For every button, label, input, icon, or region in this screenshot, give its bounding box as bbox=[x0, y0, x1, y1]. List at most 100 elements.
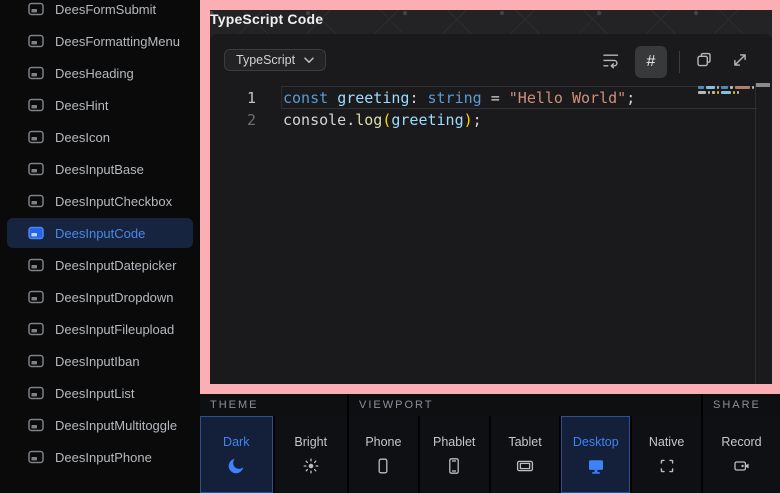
sidebar-item-label: DeesFormSubmit bbox=[55, 2, 156, 17]
word-wrap-button[interactable] bbox=[599, 50, 623, 74]
viewport-button-desktop[interactable]: Desktop bbox=[561, 416, 630, 493]
component-icon bbox=[28, 290, 44, 304]
sidebar-item-label: DeesInputDropdown bbox=[55, 290, 174, 305]
component-icon bbox=[28, 386, 44, 400]
sidebar-item-deesformsubmit[interactable]: DeesFormSubmit bbox=[7, 0, 193, 24]
minimap bbox=[698, 86, 754, 96]
sidebar-item-deesinputdropdown[interactable]: DeesInputDropdown bbox=[7, 282, 193, 312]
button-label: Desktop bbox=[573, 435, 619, 449]
tablet-icon bbox=[515, 456, 535, 476]
sidebar-item-label: DeesInputCode bbox=[55, 226, 145, 241]
sidebar-item-deesicon[interactable]: DeesIcon bbox=[7, 122, 193, 152]
language-dropdown[interactable]: TypeScript bbox=[224, 49, 326, 71]
demo-frame: TypeScript Code TypeScript # 1 const gree… bbox=[200, 0, 780, 394]
sidebar-item-deesformattingmenu[interactable]: DeesFormattingMenu bbox=[7, 26, 193, 56]
sidebar-item-label: DeesInputBase bbox=[55, 162, 144, 177]
sidebar-item-deesinputphone[interactable]: DeesInputPhone bbox=[7, 442, 193, 472]
button-label: Native bbox=[649, 435, 684, 449]
sidebar-item-label: DeesHeading bbox=[55, 66, 134, 81]
sun-icon bbox=[301, 456, 321, 476]
toolbar-divider bbox=[679, 51, 680, 73]
component-sidebar: DeesFormSubmit DeesFormattingMenu DeesHe… bbox=[0, 0, 200, 493]
editor-right-gutter-divider bbox=[755, 83, 756, 384]
language-dropdown-value: TypeScript bbox=[236, 53, 295, 67]
editor-toolbar: # bbox=[599, 46, 752, 78]
sidebar-item-label: DeesInputIban bbox=[55, 354, 140, 369]
expand-icon bbox=[730, 50, 750, 75]
component-icon bbox=[28, 258, 44, 272]
component-icon bbox=[28, 130, 44, 144]
sidebar-item-deesinputfileupload[interactable]: DeesInputFileupload bbox=[7, 314, 193, 344]
sidebar-item-deesinputmultitoggle[interactable]: DeesInputMultitoggle bbox=[7, 410, 193, 440]
toolbar-group-label: SHARE bbox=[703, 394, 780, 416]
component-icon bbox=[28, 162, 44, 176]
hash-button[interactable]: # bbox=[635, 46, 667, 78]
sidebar-item-deesinputdatepicker[interactable]: DeesInputDatepicker bbox=[7, 250, 193, 280]
viewport-button-tablet[interactable]: Tablet bbox=[491, 416, 560, 493]
sidebar-item-label: DeesInputFileupload bbox=[55, 322, 174, 337]
code-line[interactable]: 1 const greeting: string = "Hello World"; bbox=[210, 87, 772, 109]
button-label: Bright bbox=[294, 435, 327, 449]
code-panel: TypeScript # 1 const greeting: string = "… bbox=[210, 34, 772, 384]
component-icon bbox=[28, 354, 44, 368]
viewport-button-phone[interactable]: Phone bbox=[349, 416, 418, 493]
component-icon bbox=[28, 226, 44, 240]
sidebar-item-label: DeesInputCheckbox bbox=[55, 194, 172, 209]
sidebar-item-label: DeesInputPhone bbox=[55, 450, 152, 465]
code-text: const greeting: string = "Hello World"; bbox=[283, 87, 635, 109]
sidebar-item-deesheading[interactable]: DeesHeading bbox=[7, 58, 193, 88]
component-icon bbox=[28, 2, 44, 16]
viewport-button-phablet[interactable]: Phablet bbox=[420, 416, 489, 493]
chevron-down-icon bbox=[304, 53, 314, 67]
sidebar-item-deesinputcheckbox[interactable]: DeesInputCheckbox bbox=[7, 186, 193, 216]
moon-icon bbox=[226, 456, 246, 476]
sidebar-item-label: DeesInputMultitoggle bbox=[55, 418, 177, 433]
copy-icon bbox=[694, 50, 714, 75]
sidebar-item-deesinputcode[interactable]: DeesInputCode bbox=[7, 218, 193, 248]
toolbar-group-viewport: VIEWPORT Phone Phablet Tablet Desktop Nat… bbox=[349, 394, 701, 493]
component-icon bbox=[28, 98, 44, 112]
word-wrap-icon bbox=[601, 50, 621, 75]
scrollbar-thumb[interactable] bbox=[756, 83, 770, 87]
phablet-icon bbox=[444, 456, 464, 476]
demo-title: TypeScript Code bbox=[210, 11, 323, 27]
line-number: 2 bbox=[210, 109, 256, 131]
native-icon bbox=[657, 456, 677, 476]
record-icon bbox=[732, 456, 752, 476]
sidebar-item-label: DeesFormattingMenu bbox=[55, 34, 180, 49]
sidebar-item-label: DeesInputDatepicker bbox=[55, 258, 176, 273]
share-button-record[interactable]: Record bbox=[703, 416, 780, 493]
desktop-icon bbox=[586, 456, 606, 476]
phone-icon bbox=[373, 456, 393, 476]
button-label: Phone bbox=[365, 435, 401, 449]
sidebar-item-deesinputiban[interactable]: DeesInputIban bbox=[7, 346, 193, 376]
component-icon bbox=[28, 34, 44, 48]
sidebar-item-label: DeesIcon bbox=[55, 130, 110, 145]
demo-background: TypeScript Code TypeScript # 1 const gree… bbox=[210, 10, 772, 384]
expand-button[interactable] bbox=[728, 50, 752, 74]
toolbar-group-label: VIEWPORT bbox=[349, 394, 701, 416]
theme-button-dark[interactable]: Dark bbox=[200, 416, 273, 493]
environment-toolbar: THEME Dark Bright VIEWPORT Phone Phablet T… bbox=[200, 394, 780, 493]
button-label: Record bbox=[721, 435, 761, 449]
button-label: Dark bbox=[223, 435, 249, 449]
component-icon bbox=[28, 66, 44, 80]
sidebar-item-deeshint[interactable]: DeesHint bbox=[7, 90, 193, 120]
button-label: Tablet bbox=[508, 435, 541, 449]
sidebar-item-deesinputbase[interactable]: DeesInputBase bbox=[7, 154, 193, 184]
code-line[interactable]: 2console.log(greeting); bbox=[210, 109, 772, 131]
theme-button-bright[interactable]: Bright bbox=[275, 416, 348, 493]
copy-button[interactable] bbox=[692, 50, 716, 74]
component-icon bbox=[28, 450, 44, 464]
sidebar-item-label: DeesInputList bbox=[55, 386, 135, 401]
sidebar-item-deesinputlist[interactable]: DeesInputList bbox=[7, 378, 193, 408]
app-window: DeesFormSubmit DeesFormattingMenu DeesHe… bbox=[0, 0, 780, 493]
toolbar-group-share: SHARE Record bbox=[703, 394, 780, 493]
component-list: DeesFormSubmit DeesFormattingMenu DeesHe… bbox=[0, 0, 200, 474]
toolbar-group-label: THEME bbox=[200, 394, 347, 416]
button-label: Phablet bbox=[433, 435, 475, 449]
line-number: 1 bbox=[210, 87, 256, 109]
code-editor[interactable]: 1 const greeting: string = "Hello World";… bbox=[210, 87, 772, 131]
viewport-button-native[interactable]: Native bbox=[632, 416, 701, 493]
toolbar-group-theme: THEME Dark Bright bbox=[200, 394, 347, 493]
